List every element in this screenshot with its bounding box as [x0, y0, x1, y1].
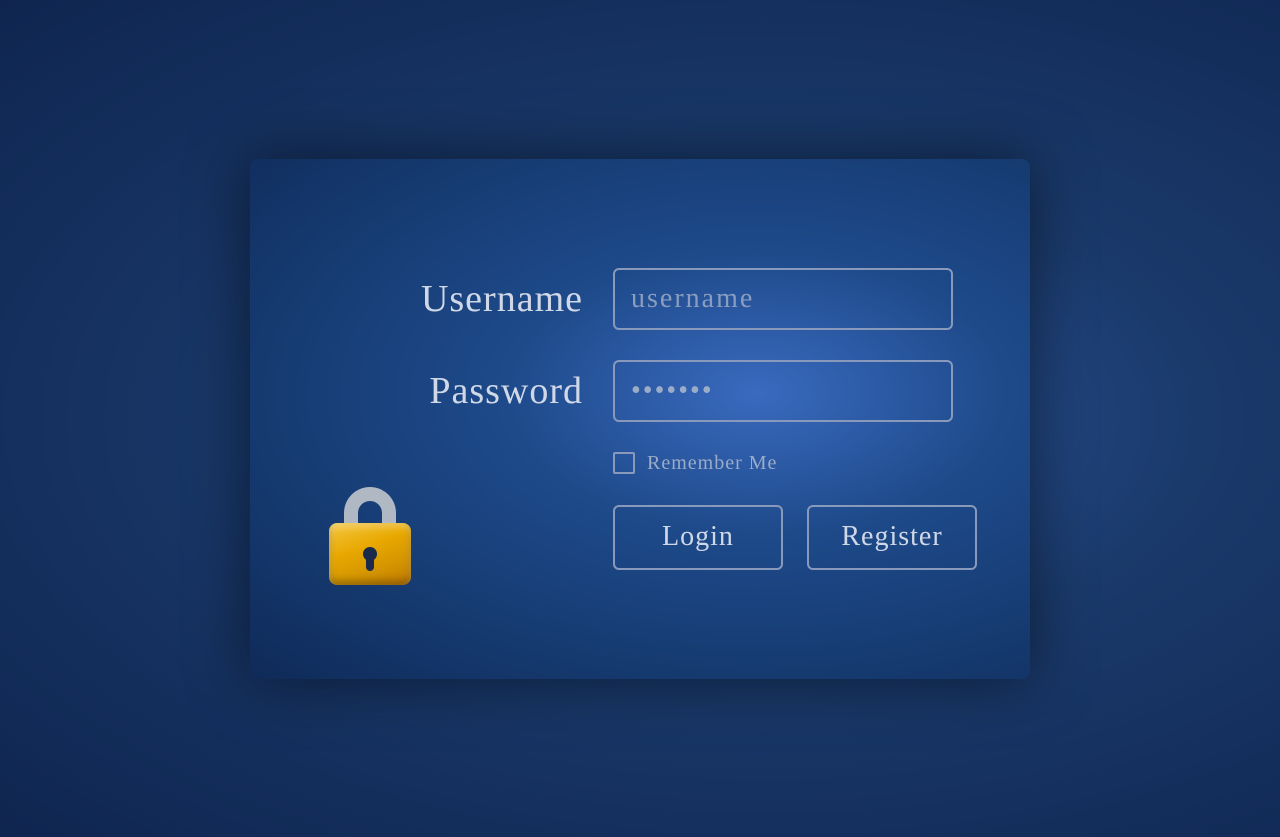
- padlock-icon: [320, 479, 420, 589]
- padlock-body: [329, 523, 411, 585]
- remember-me-row: Remember Me: [613, 452, 977, 475]
- username-input[interactable]: [613, 268, 953, 330]
- password-row: Password: [383, 360, 977, 422]
- username-label: Username: [383, 277, 583, 321]
- login-form: Username Password Remember Me Login Regi…: [323, 268, 1037, 570]
- password-label: Password: [383, 369, 583, 413]
- login-panel: Username Password Remember Me Login Regi…: [250, 159, 1030, 679]
- action-buttons: Login Register: [613, 505, 977, 570]
- login-button[interactable]: Login: [613, 505, 783, 570]
- remember-me-checkbox[interactable]: [613, 452, 635, 474]
- remember-me-label: Remember Me: [647, 452, 777, 475]
- password-input[interactable]: [613, 360, 953, 422]
- padlock-keyhole: [363, 547, 377, 561]
- register-button[interactable]: Register: [807, 505, 977, 570]
- username-row: Username: [383, 268, 977, 330]
- page-background: Username Password Remember Me Login Regi…: [0, 0, 1280, 837]
